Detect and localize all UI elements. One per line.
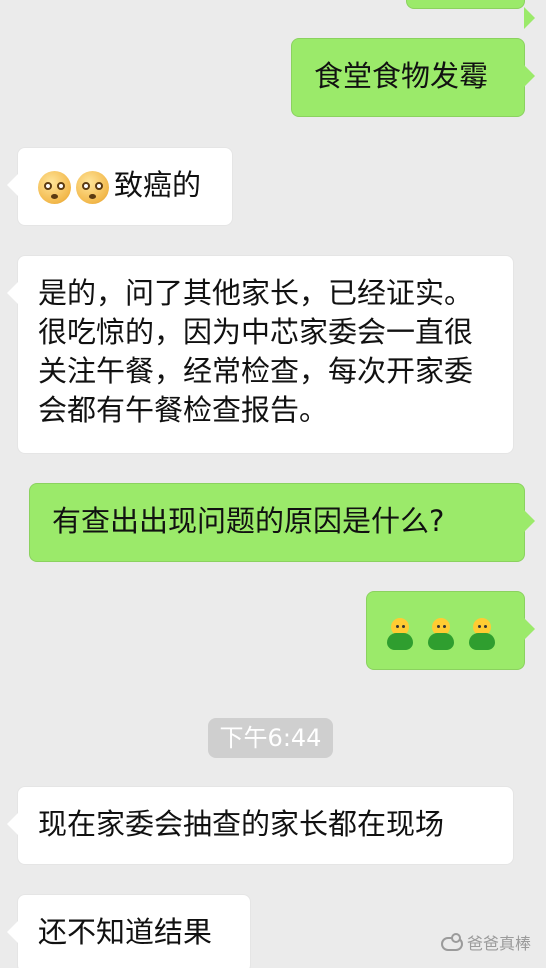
chat-thread: 食堂食物发霉 致癌的 是的，问了其他家长，已经证实。很吃惊的，因为中芯家委会一直…: [0, 0, 546, 968]
sprout-emoji-icon: [424, 616, 458, 652]
wechat-icon: [440, 933, 463, 951]
shocked-face-icon: [38, 170, 71, 204]
sprout-emoji-icon: [465, 616, 499, 652]
message-timestamp: 下午6:44: [208, 718, 333, 758]
message-text: 现在家委会抽查的家长都在现场: [38, 807, 445, 841]
watermark-text: 爸爸真棒: [466, 934, 531, 953]
message-text: 食堂食物发霉: [314, 59, 489, 93]
watermark: 爸爸真棒: [440, 933, 531, 954]
message-text: 还不知道结果: [38, 915, 213, 949]
message-bubble-incoming[interactable]: 致癌的: [7, 147, 233, 226]
message-bubble-outgoing[interactable]: [366, 591, 535, 670]
message-bubble-incoming[interactable]: 现在家委会抽查的家长都在现场: [7, 786, 514, 865]
message-text: 有查出出现问题的原因是什么?: [52, 504, 445, 538]
shocked-face-icon: [76, 170, 109, 204]
sprout-emoji-icon: [383, 616, 417, 652]
message-bubble-incoming[interactable]: 还不知道结果: [7, 894, 251, 968]
message-text: 是的，问了其他家长，已经证实。很吃惊的，因为中芯家委会一直很关注午餐，经常检查，…: [38, 276, 474, 427]
message-text: 致癌的: [114, 168, 202, 202]
message-bubble-incoming[interactable]: 是的，问了其他家长，已经证实。很吃惊的，因为中芯家委会一直很关注午餐，经常检查，…: [7, 255, 514, 454]
cropped-message-bubble[interactable]: [406, 0, 535, 29]
message-bubble-outgoing[interactable]: 有查出出现问题的原因是什么?: [29, 483, 535, 562]
message-bubble-outgoing[interactable]: 食堂食物发霉: [291, 38, 535, 117]
